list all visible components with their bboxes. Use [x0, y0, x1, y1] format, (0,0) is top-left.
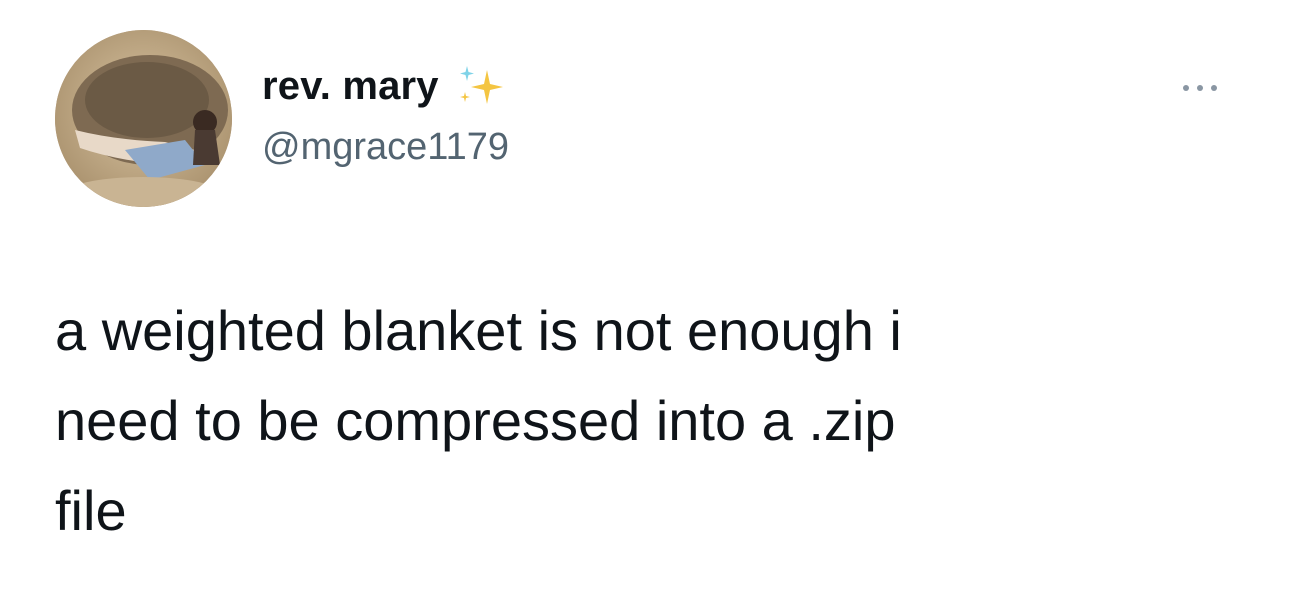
- sparkles-icon: [453, 62, 507, 110]
- tweet-line: need to be compressed into a .zip: [55, 389, 896, 452]
- name-row: rev. mary: [262, 62, 509, 110]
- user-handle[interactable]: @mgrace1179: [262, 126, 509, 169]
- more-options-icon[interactable]: [1176, 78, 1224, 98]
- tweet-card: rev. mary @mgrace1179 a weighted blanket…: [0, 0, 1290, 598]
- display-name[interactable]: rev. mary: [262, 64, 439, 109]
- user-info: rev. mary @mgrace1179: [262, 62, 509, 169]
- tweet-line: a weighted blanket is not enough i: [55, 299, 902, 362]
- avatar-photo: [55, 30, 232, 207]
- tweet-line: file: [55, 479, 127, 542]
- avatar[interactable]: [55, 30, 232, 207]
- tweet-text: a weighted blanket is not enough i need …: [55, 286, 1235, 556]
